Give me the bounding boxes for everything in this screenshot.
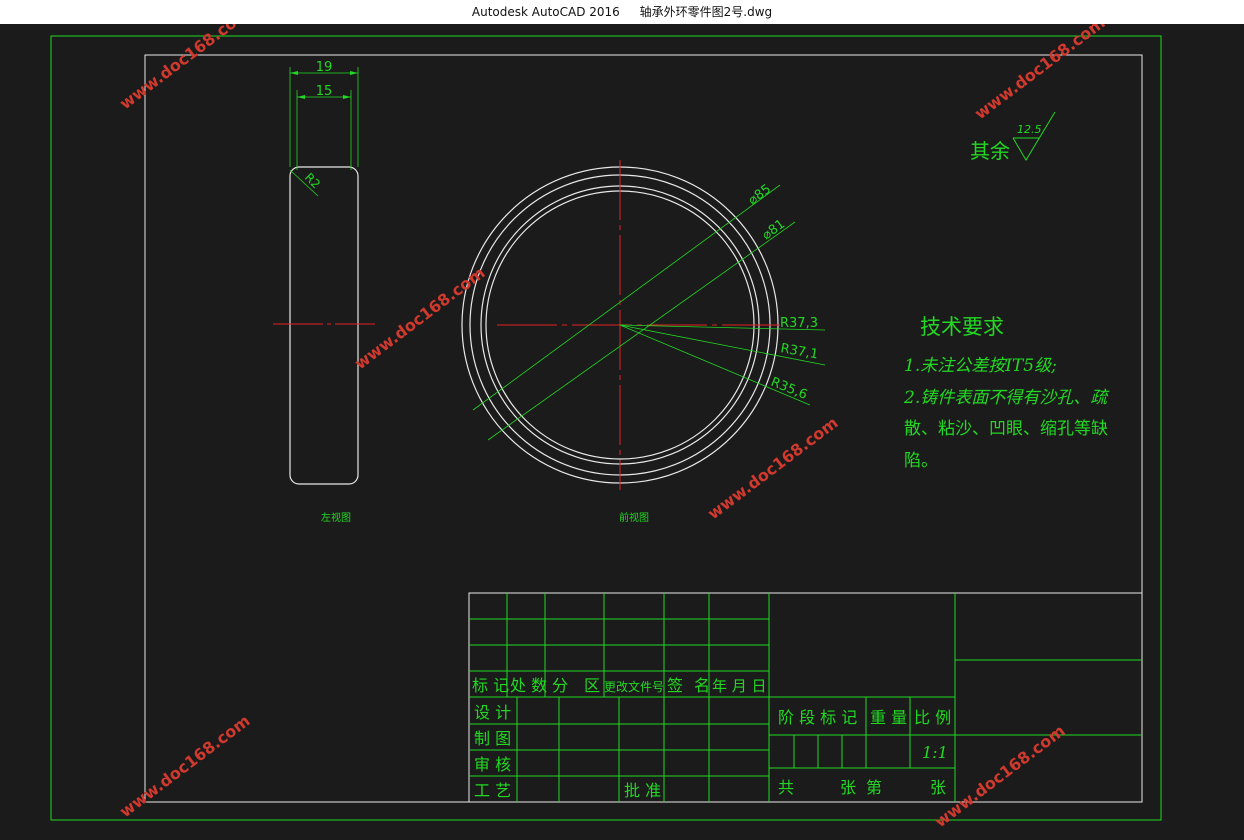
technical-requirements: 技术要求 1.未注公差按IT5级; 2.铸件表面不得有沙孔、疏 散、粘沙、凹眼、… [903, 315, 1110, 471]
page-label: 第 [866, 778, 882, 797]
tech-title: 技术要求 [920, 315, 1004, 339]
watermark: www.doc168.com [704, 413, 842, 523]
dim-r371-label: R37,1 [779, 341, 819, 362]
dim-dia81-line [487, 221, 796, 441]
surface-prefix: 其余 [970, 139, 1010, 163]
dim-r356-label: R35,6 [769, 375, 810, 403]
dim-r373-label: R37,3 [780, 316, 818, 331]
dim-dia85-label: ⌀85 [746, 182, 775, 208]
dim-19-arrow-right [350, 71, 358, 75]
weight-label: 重 量 [870, 708, 907, 727]
app-name: Autodesk AutoCAD 2016 [471, 5, 620, 19]
watermark: www.doc168.com [931, 721, 1069, 831]
tech-line-2: 2.铸件表面不得有沙孔、疏 [903, 388, 1110, 408]
hdr-change-doc: 更改文件号 [604, 679, 664, 694]
left-view[interactable]: 19 15 R2 左视图 [273, 60, 375, 524]
roughness-triangle [1012, 111, 1056, 161]
row-review: 审 核 [474, 755, 511, 774]
watermark: www.doc168.com [971, 24, 1109, 123]
dim-dia81-label: ⌀81 [760, 217, 789, 243]
hdr-date: 年 月 日 [712, 677, 767, 695]
row-process: 工 艺 [474, 781, 511, 800]
scale-label: 比 例 [914, 708, 951, 727]
stage-label: 阶 段 标 记 [778, 708, 857, 727]
dim-15-arrow-right [343, 95, 351, 99]
hdr-sign: 签 [667, 676, 683, 695]
tech-line-1: 1.未注公差按IT5级; [904, 356, 1057, 376]
drawing-svg[interactable]: 19 15 R2 左视图 ⌀85 ⌀81 R37,3 R37,1 R35,6 前… [0, 0, 1244, 836]
title-block-text: 标 记 处 数 分 区 更改文件号 签 名 年 月 日 设 计 制 图 审 核 … [472, 676, 951, 800]
surface-value: 12.5 [1017, 123, 1042, 136]
front-view-label: 前视图 [619, 511, 649, 524]
file-name: 轴承外环零件图2号.dwg [639, 5, 773, 19]
hdr-name: 名 [694, 676, 710, 695]
hdr-part: 分 [552, 676, 568, 695]
hdr-mark: 标 记 [472, 676, 509, 695]
ring-side-profile [289, 166, 359, 485]
row-draw: 制 图 [474, 729, 511, 748]
watermark: www.doc168.com [116, 24, 254, 113]
window-titlebar: Autodesk AutoCAD 2016 轴承外环零件图2号.dwg [0, 0, 1244, 24]
drawing-canvas[interactable]: 19 15 R2 左视图 ⌀85 ⌀81 R37,3 R37,1 R35,6 前… [0, 0, 1244, 836]
dim-19-label: 19 [316, 60, 333, 75]
dim-15-label: 15 [316, 84, 333, 99]
scale-value: 1:1 [922, 743, 948, 762]
dim-r2-label: R2 [302, 170, 323, 191]
tech-line-4: 陷。 [904, 451, 938, 471]
row-design: 设 计 [474, 703, 511, 722]
watermark: www.doc168.com [351, 263, 489, 373]
sheets-label: 张 [840, 778, 856, 797]
dim-dia85-line [472, 184, 781, 411]
approve-label: 批 准 [624, 781, 661, 800]
sheet2-label: 张 [930, 778, 946, 797]
hdr-zone: 区 [584, 676, 600, 695]
left-view-label: 左视图 [321, 511, 351, 524]
total-label: 共 [778, 778, 794, 797]
title-block[interactable] [468, 592, 1143, 803]
dim-19-arrow-left [290, 71, 298, 75]
tech-line-3: 散、粘沙、凹眼、缩孔等缺 [904, 419, 1108, 439]
hdr-count: 处 数 [510, 676, 547, 695]
watermark: www.doc168.com [116, 711, 254, 821]
dim-15-arrow-left [297, 95, 305, 99]
